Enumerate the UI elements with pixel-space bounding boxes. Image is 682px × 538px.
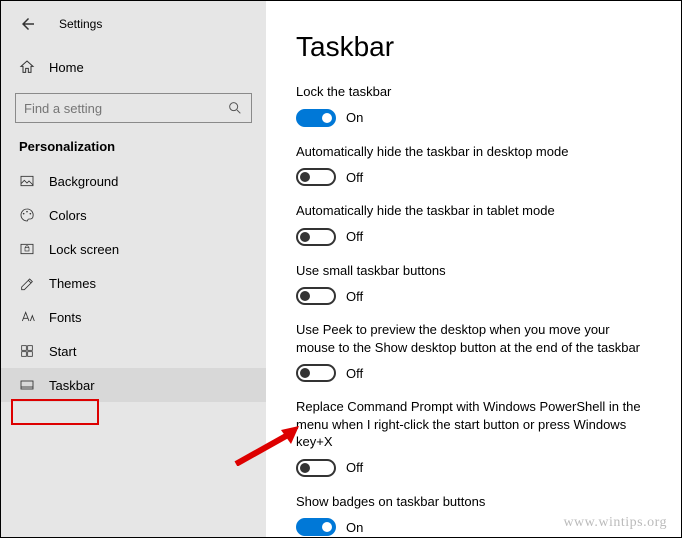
sidebar-item-background[interactable]: Background: [1, 164, 266, 198]
toggle-powershell[interactable]: [296, 459, 336, 477]
search-input[interactable]: [24, 101, 227, 116]
toggle-state: Off: [346, 289, 363, 304]
start-icon: [19, 343, 35, 359]
toggle-state: On: [346, 520, 363, 535]
watermark: www.wintips.org: [563, 515, 667, 531]
toggle-badges[interactable]: [296, 518, 336, 536]
toggle-peek[interactable]: [296, 364, 336, 382]
sidebar-item-fonts[interactable]: Fonts: [1, 300, 266, 334]
section-header: Personalization: [1, 123, 266, 164]
taskbar-icon: [19, 377, 35, 393]
nav-label: Background: [49, 174, 118, 189]
toggle-state: Off: [346, 460, 363, 475]
toggle-state: Off: [346, 170, 363, 185]
toggle-lock-taskbar[interactable]: [296, 109, 336, 127]
themes-icon: [19, 275, 35, 291]
sidebar: Settings Home Personalization Background…: [1, 1, 266, 537]
setting-label: Automatically hide the taskbar in deskto…: [296, 143, 651, 161]
toggle-state: Off: [346, 229, 363, 244]
home-label: Home: [49, 60, 84, 75]
toggle-autohide-desktop[interactable]: [296, 168, 336, 186]
search-box[interactable]: [15, 93, 252, 123]
sidebar-item-taskbar[interactable]: Taskbar: [1, 368, 266, 402]
home-icon: [19, 59, 35, 75]
sidebar-home[interactable]: Home: [1, 49, 266, 85]
nav-label: Themes: [49, 276, 96, 291]
setting-label: Automatically hide the taskbar in tablet…: [296, 202, 651, 220]
nav-label: Lock screen: [49, 242, 119, 257]
setting-label: Use Peek to preview the desktop when you…: [296, 321, 651, 356]
fonts-icon: [19, 309, 35, 325]
setting-label: Use small taskbar buttons: [296, 262, 651, 280]
back-icon[interactable]: [19, 15, 37, 33]
nav-label: Taskbar: [49, 378, 95, 393]
page-title: Taskbar: [296, 31, 651, 63]
sidebar-item-colors[interactable]: Colors: [1, 198, 266, 232]
setting-label: Show badges on taskbar buttons: [296, 493, 651, 511]
background-icon: [19, 173, 35, 189]
sidebar-item-themes[interactable]: Themes: [1, 266, 266, 300]
setting-autohide-tablet: Automatically hide the taskbar in tablet…: [296, 202, 651, 246]
search-icon: [227, 100, 243, 116]
setting-autohide-desktop: Automatically hide the taskbar in deskto…: [296, 143, 651, 187]
setting-peek: Use Peek to preview the desktop when you…: [296, 321, 651, 382]
setting-small-buttons: Use small taskbar buttons Off: [296, 262, 651, 306]
toggle-small-buttons[interactable]: [296, 287, 336, 305]
nav-label: Start: [49, 344, 76, 359]
sidebar-item-lock-screen[interactable]: Lock screen: [1, 232, 266, 266]
setting-powershell: Replace Command Prompt with Windows Powe…: [296, 398, 651, 477]
toggle-state: On: [346, 110, 363, 125]
app-title: Settings: [59, 17, 102, 31]
setting-lock-taskbar: Lock the taskbar On: [296, 83, 651, 127]
colors-icon: [19, 207, 35, 223]
content-pane: Taskbar Lock the taskbar On Automaticall…: [266, 1, 681, 537]
toggle-autohide-tablet[interactable]: [296, 228, 336, 246]
nav-label: Colors: [49, 208, 87, 223]
lock-screen-icon: [19, 241, 35, 257]
toggle-state: Off: [346, 366, 363, 381]
setting-label: Replace Command Prompt with Windows Powe…: [296, 398, 651, 451]
setting-label: Lock the taskbar: [296, 83, 651, 101]
sidebar-item-start[interactable]: Start: [1, 334, 266, 368]
highlight-box: [11, 399, 99, 425]
nav-label: Fonts: [49, 310, 82, 325]
